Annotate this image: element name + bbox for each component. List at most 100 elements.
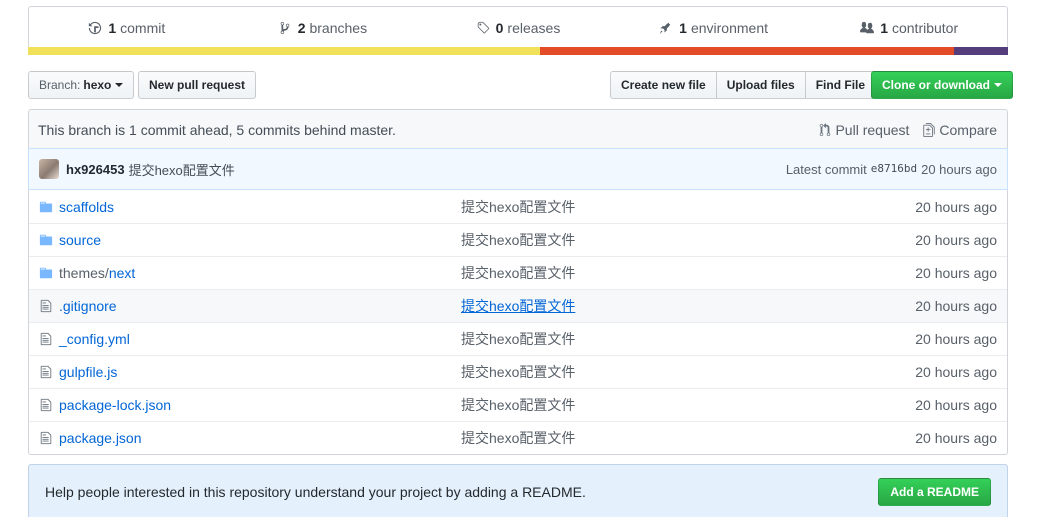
people-icon: [860, 21, 875, 33]
releases-link[interactable]: 0 releases: [420, 7, 616, 48]
file-row[interactable]: source 提交hexo配置文件 20 hours ago: [29, 223, 1007, 256]
file-name-link[interactable]: package-lock.json: [59, 397, 461, 413]
branch-select-button[interactable]: Branch: hexo: [28, 71, 135, 99]
file-age: 20 hours ago: [915, 364, 997, 380]
branches-link[interactable]: 2 branches: [225, 7, 421, 48]
new-pull-request-button[interactable]: New pull request: [138, 71, 257, 99]
file-age: 20 hours ago: [915, 198, 997, 215]
clone-download-button[interactable]: Clone or download: [871, 71, 1013, 99]
history-icon: [89, 21, 102, 34]
rocket-icon: [660, 22, 671, 34]
file-name-link[interactable]: .gitignore: [59, 298, 461, 314]
latest-commit-prefix: Latest commit: [785, 161, 867, 177]
file-name-link[interactable]: package.json: [59, 430, 461, 446]
file-row[interactable]: themes/next 提交hexo配置文件 20 hours ago: [29, 256, 1007, 289]
file-row[interactable]: _config.yml 提交hexo配置文件 20 hours ago: [29, 322, 1007, 355]
file-name-link[interactable]: gulpfile.js: [59, 364, 461, 380]
file-commit-message[interactable]: 提交hexo配置文件: [461, 197, 887, 217]
file-name: package.json: [59, 430, 142, 446]
git-pull-request-icon: [820, 122, 831, 136]
branch-prefix: Branch:: [39, 78, 81, 92]
pull-request-link[interactable]: Pull request: [819, 122, 909, 138]
file-icon: [29, 299, 59, 313]
releases-count: 0: [495, 19, 504, 36]
commit-author[interactable]: hx926453: [66, 162, 125, 177]
avatar[interactable]: [39, 159, 59, 179]
commit-message[interactable]: 提交hexo配置文件: [129, 160, 235, 179]
language-bar[interactable]: [28, 47, 1008, 55]
file-row[interactable]: package.json 提交hexo配置文件 20 hours ago: [29, 421, 1007, 454]
file-name: .gitignore: [59, 298, 117, 314]
file-commit-message[interactable]: 提交hexo配置文件: [461, 395, 887, 415]
file-path-prefix: themes/: [59, 265, 109, 281]
commits-link[interactable]: 1 commit: [29, 7, 225, 48]
branch-infobar: This branch is 1 commit ahead, 5 commits…: [28, 109, 1008, 149]
commit-sha[interactable]: e8716bd: [871, 162, 917, 177]
language-bar-segment: [539, 47, 955, 55]
file-list: scaffolds 提交hexo配置文件 20 hours ago source 提交h…: [28, 190, 1008, 455]
file-name: _config.yml: [59, 331, 130, 347]
file-name: package-lock.json: [59, 397, 172, 413]
environments-label: environment: [690, 19, 768, 36]
compare-link[interactable]: Compare: [923, 122, 997, 138]
create-new-file-button[interactable]: Create new file: [610, 71, 717, 99]
clone-label: Clone or download: [882, 78, 990, 92]
branches-count: 2: [297, 19, 306, 36]
file-commit-message[interactable]: 提交hexo配置文件: [461, 230, 887, 250]
diff-icon: [923, 122, 936, 137]
commits-count: 1: [108, 19, 117, 36]
contributors-count: 1: [880, 19, 888, 36]
language-bar-segment: [954, 47, 1008, 55]
latest-commit-bar: hx926453 提交hexo配置文件 Latest commit e8716b…: [28, 148, 1008, 190]
file-commit-message[interactable]: 提交hexo配置文件: [461, 296, 887, 316]
file-directory-icon: [29, 266, 59, 280]
file-age: 20 hours ago: [915, 331, 997, 347]
compare-label: Compare: [939, 121, 997, 138]
commit-age: 20 hours ago: [921, 161, 997, 177]
readme-prompt: Help people interested in this repositor…: [28, 464, 1008, 517]
file-age: 20 hours ago: [915, 397, 997, 413]
file-row[interactable]: gulpfile.js 提交hexo配置文件 20 hours ago: [29, 355, 1007, 388]
environments-link[interactable]: 1 environment: [616, 7, 812, 48]
file-name: gulpfile.js: [59, 364, 118, 380]
file-icon: [29, 332, 59, 346]
upload-files-button[interactable]: Upload files: [715, 71, 806, 99]
file-icon: [29, 398, 59, 412]
file-name-link[interactable]: scaffolds: [59, 199, 461, 215]
branches-label: branches: [309, 19, 368, 36]
tag-icon: [477, 21, 489, 33]
file-row[interactable]: .gitignore 提交hexo配置文件 20 hours ago: [29, 289, 1007, 322]
file-row[interactable]: scaffolds 提交hexo配置文件 20 hours ago: [29, 190, 1007, 223]
file-age: 20 hours ago: [915, 430, 997, 446]
git-branch-icon: [280, 21, 290, 34]
file-name: scaffolds: [59, 198, 114, 215]
file-commit-message[interactable]: 提交hexo配置文件: [461, 362, 887, 382]
file-row[interactable]: package-lock.json 提交hexo配置文件 20 hours ago: [29, 388, 1007, 421]
language-bar-segment: [28, 47, 540, 55]
readme-prompt-text: Help people interested in this repositor…: [45, 484, 586, 500]
releases-label: releases: [507, 19, 561, 36]
dropdown-caret-icon: [994, 83, 1002, 87]
file-age: 20 hours ago: [915, 232, 997, 248]
file-name-link[interactable]: _config.yml: [59, 331, 461, 347]
file-icon: [29, 365, 59, 379]
file-name-link[interactable]: themes/next: [59, 265, 461, 281]
file-commit-message[interactable]: 提交hexo配置文件: [461, 263, 887, 283]
dropdown-caret-icon: [115, 83, 124, 87]
branch-status-text: This branch is 1 commit ahead, 5 commits…: [38, 121, 396, 138]
file-navigation: Create new file Upload files Find File: [610, 71, 877, 99]
file-commit-message[interactable]: 提交hexo配置文件: [461, 329, 887, 349]
pull-request-label: Pull request: [835, 121, 910, 138]
contributors-link[interactable]: 1 contributor: [811, 7, 1007, 48]
add-readme-button[interactable]: Add a README: [878, 478, 991, 506]
branch-name: hexo: [83, 78, 112, 92]
file-name-link[interactable]: source: [59, 232, 461, 248]
file-name: source: [59, 232, 102, 248]
find-file-button[interactable]: Find File: [804, 71, 877, 99]
file-commit-message[interactable]: 提交hexo配置文件: [461, 428, 887, 448]
file-directory-icon: [29, 200, 59, 214]
file-age: 20 hours ago: [915, 298, 997, 314]
contributors-label: contributor: [891, 19, 959, 36]
file-icon: [29, 431, 59, 445]
file-directory-icon: [29, 233, 59, 247]
